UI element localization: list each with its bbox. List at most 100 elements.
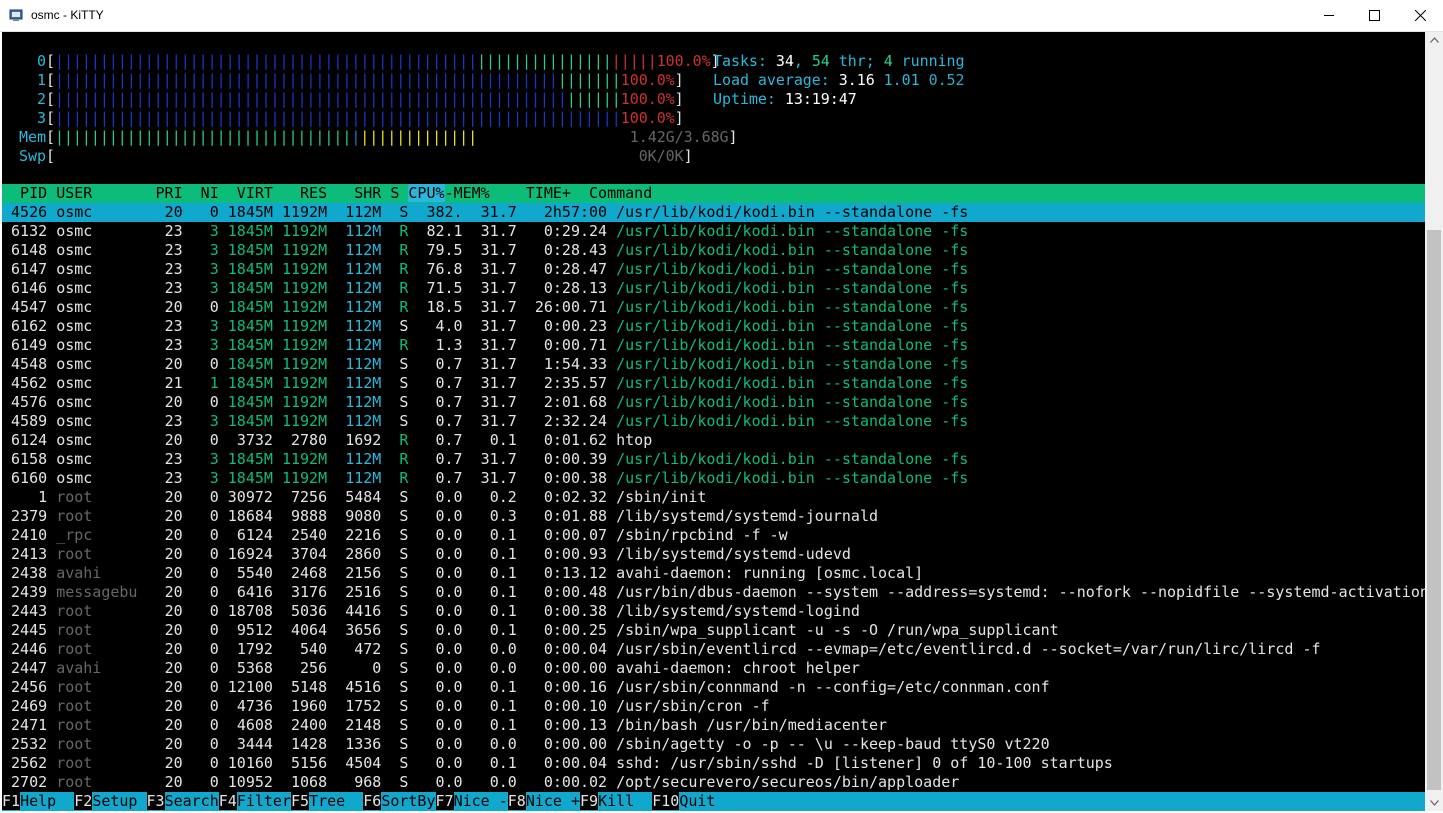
table-row[interactable]: 2456 root 20 0 12100 5148 4516 S 0.0 0.1… [2,678,1425,697]
table-row[interactable]: 6148 osmc 23 3 1845M 1192M 112M R 79.5 3… [2,241,1425,260]
maximize-button[interactable] [1351,0,1397,30]
table-row[interactable]: 6146 osmc 23 3 1845M 1192M 112M R 71.5 3… [2,279,1425,298]
table-row[interactable]: 6160 osmc 23 3 1845M 1192M 112M R 0.7 31… [2,469,1425,488]
table-row[interactable]: 4547 osmc 20 0 1845M 1192M 112M R 18.5 3… [2,298,1425,317]
table-row-selected[interactable]: 4526 osmc 20 0 1845M 1192M 112M S 382. 3… [2,203,1425,222]
col-mem[interactable]: MEM% [454,184,490,202]
table-row[interactable]: 1 root 20 0 30972 7256 5484 S 0.0 0.2 0:… [2,488,1425,507]
fkey-f2-label[interactable]: Setup [92,792,146,810]
minimize-button[interactable] [1306,0,1352,30]
fkey-f1-key[interactable]: F1 [2,792,21,810]
scroll-down-button[interactable] [1425,795,1443,811]
cell-res: 3176 [291,583,328,601]
window-title: osmc - KiTTY [31,8,104,22]
chevron-down-icon [1429,800,1439,806]
fkey-f5-key[interactable]: F5 [291,792,310,810]
col-ni[interactable]: NI [183,184,219,202]
fkey-f10-label[interactable]: Quit [679,792,715,810]
cell-command: /usr/lib/kodi/kodi.bin --standalone -fs [616,412,969,430]
fkey-f6-label[interactable]: SortBy [381,792,435,810]
cell-state: S [399,697,409,715]
cell-pri: 20 [164,526,183,544]
col-user[interactable]: USER [56,184,137,202]
table-row[interactable]: 4589 osmc 23 3 1845M 1192M 112M S 0.7 31… [2,412,1425,431]
table-row[interactable]: 2532 root 20 0 3444 1428 1336 S 0.0 0.0 … [2,735,1425,754]
table-row[interactable]: 6124 osmc 20 0 3732 2780 1692 R 0.7 0.1 … [2,431,1425,450]
fkey-f4-key[interactable]: F4 [218,792,237,810]
fkey-f3-key[interactable]: F3 [146,792,165,810]
fkey-f9-key[interactable]: F9 [580,792,599,810]
fkey-f8-key[interactable]: F8 [507,792,526,810]
col-pid[interactable]: PID [2,184,47,202]
cell-pid: 4526 [11,203,48,221]
table-row[interactable]: 6162 osmc 23 3 1845M 1192M 112M S 4.0 31… [2,317,1425,336]
cell-command: /usr/lib/kodi/kodi.bin --standalone -fs [616,241,969,259]
cell-shr: 2148 [345,716,382,734]
scroll-up-button[interactable] [1425,32,1443,48]
cell-virt: 1845M [227,260,273,278]
cell-cpu: 0.0 [435,488,463,506]
cell-virt: 1845M [227,298,273,316]
table-row[interactable]: 2562 root 20 0 10160 5156 4504 S 0.0 0.1… [2,754,1425,773]
table-row[interactable]: 2410 _rpc 20 0 6124 2540 2216 S 0.0 0.1 … [2,526,1425,545]
fkey-f3-label[interactable]: Search [165,792,219,810]
col-shr[interactable]: SHR [327,184,381,202]
table-row[interactable]: 2445 root 20 0 9512 4064 3656 S 0.0 0.1 … [2,621,1425,640]
table-row[interactable]: 2438 avahi 20 0 5540 2468 2156 S 0.0 0.1… [2,564,1425,583]
fkey-f1-label[interactable]: Help [20,792,74,810]
terminal[interactable]: 0[||||||||||||||||||||||||||||||||||||||… [2,32,1425,811]
cell-mem: 0.1 [489,697,517,715]
cpu-bar-user: ||||||||||||||| [477,52,612,70]
cell-pid: 6158 [11,450,48,468]
fkey-f7-label[interactable]: Nice - [454,792,508,810]
fkey-f7-key[interactable]: F7 [435,792,454,810]
table-row[interactable]: 2413 root 20 0 16924 3704 2860 S 0.0 0.1… [2,545,1425,564]
cell-pri: 23 [164,279,183,297]
fkey-f10-key[interactable]: F10 [652,792,680,810]
table-row[interactable]: 2379 root 20 0 18684 9888 9080 S 0.0 0.3… [2,507,1425,526]
cell-res: 5156 [291,754,328,772]
col-virt[interactable]: VIRT [219,184,273,202]
table-row[interactable]: 2702 root 20 0 10952 1068 968 S 0.0 0.0 … [2,773,1425,792]
cell-user: root [56,545,93,563]
table-row[interactable]: 2446 root 20 0 1792 540 472 S 0.0 0.0 0:… [2,640,1425,659]
table-row[interactable]: 6132 osmc 23 3 1845M 1192M 112M R 82.1 3… [2,222,1425,241]
table-row[interactable]: 4576 osmc 20 0 1845M 1192M 112M S 0.7 31… [2,393,1425,412]
chevron-up-icon [1429,37,1439,43]
table-row[interactable]: 2439 messagebu 20 0 6416 3176 2516 S 0.0… [2,583,1425,602]
scroll-thumb[interactable] [1427,230,1441,790]
col-res[interactable]: RES [273,184,327,202]
cell-user: osmc [56,317,93,335]
fkey-f5-label[interactable]: Tree [309,792,363,810]
cell-virt: 4608 [236,716,273,734]
fkey-f9-label[interactable]: Kill [598,792,652,810]
fkey-f6-key[interactable]: F6 [363,792,382,810]
col-pri[interactable]: PRI [137,184,183,202]
cell-res: 2468 [291,564,328,582]
col-time[interactable]: TIME+ [499,184,580,202]
cell-pri: 20 [164,545,183,563]
cell-pri: 20 [164,431,183,449]
table-row[interactable]: 2447 avahi 20 0 5368 256 0 S 0.0 0.0 0:0… [2,659,1425,678]
table-row[interactable]: 2469 root 20 0 4736 1960 1752 S 0.0 0.1 … [2,697,1425,716]
col-command[interactable]: Command [589,184,652,202]
table-row[interactable]: 4562 osmc 21 1 1845M 1192M 112M S 0.7 31… [2,374,1425,393]
table-row[interactable]: 2443 root 20 0 18708 5036 4416 S 0.0 0.1… [2,602,1425,621]
cell-res: 4064 [291,621,328,639]
close-button[interactable] [1397,0,1443,30]
vertical-scrollbar[interactable] [1425,32,1443,811]
table-row[interactable]: 4548 osmc 20 0 1845M 1192M 112M S 0.7 31… [2,355,1425,374]
table-row[interactable]: 6147 osmc 23 3 1845M 1192M 112M R 76.8 3… [2,260,1425,279]
cell-pri: 20 [164,507,183,525]
fkey-f4-label[interactable]: Filter [237,792,291,810]
cell-shr: 112M [345,393,382,411]
col-state[interactable]: S [390,184,399,202]
table-row[interactable]: 2471 root 20 0 4608 2400 2148 S 0.0 0.1 … [2,716,1425,735]
table-row[interactable]: 6158 osmc 23 3 1845M 1192M 112M R 0.7 31… [2,450,1425,469]
fkey-f2-key[interactable]: F2 [74,792,93,810]
cell-command: /sbin/wpa_supplicant -u -s -O /run/wpa_s… [616,621,1059,639]
table-row[interactable]: 6149 osmc 23 3 1845M 1192M 112M R 1.3 31… [2,336,1425,355]
col-cpu[interactable]: CPU% [408,184,445,202]
cell-time: 0:00.39 [543,450,608,468]
fkey-f8-label[interactable]: Nice + [526,792,580,810]
